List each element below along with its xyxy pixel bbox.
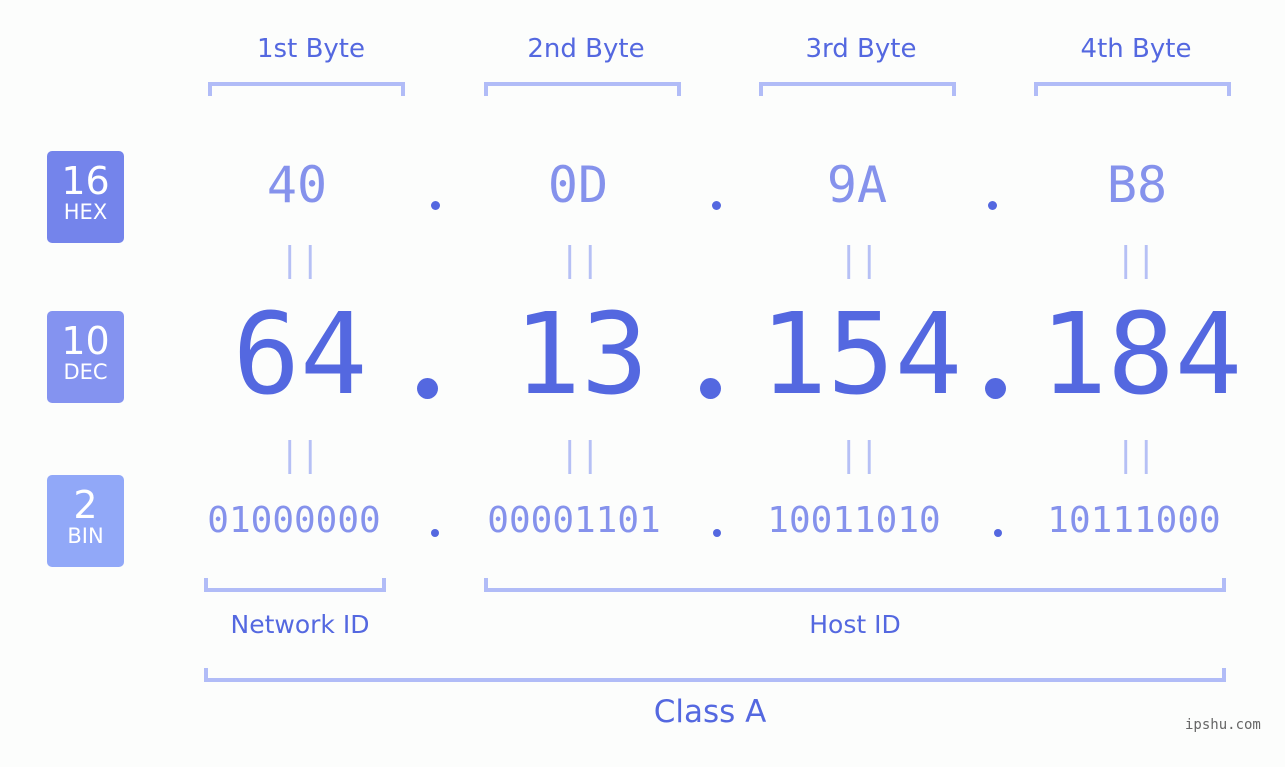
dec-badge-label: DEC [63,360,108,384]
equals-hex-dec-1: || [279,240,321,280]
class-bracket [204,668,1226,682]
byte-label-3: 3rd Byte [805,34,917,64]
dec-value-3: 154 [759,290,963,420]
dec-badge: 10 DEC [47,311,124,403]
byte-bracket-4 [1034,82,1231,96]
dec-value-4: 184 [1039,290,1243,420]
hex-dot-3 [988,201,997,210]
host-id-bracket [484,578,1226,592]
byte-label-4: 4th Byte [1080,34,1192,64]
hex-badge-label: HEX [63,200,108,224]
bin-dot-2 [713,529,721,537]
dec-value-2: 13 [513,290,649,420]
dec-value-1: 64 [232,290,368,420]
bin-value-4: 10111000 [1047,500,1221,541]
equals-hex-dec-2: || [559,240,601,280]
hex-badge-number: 16 [61,159,110,203]
network-id-label: Network ID [230,610,370,639]
bin-value-3: 10011010 [767,500,941,541]
hex-value-1: 40 [266,156,328,214]
bin-badge-number: 2 [73,483,98,527]
bin-value-1: 01000000 [207,500,381,541]
network-id-bracket [204,578,386,592]
dec-badge-number: 10 [61,319,110,363]
byte-label-2: 2nd Byte [527,34,645,64]
dec-dot-1 [417,378,438,399]
byte-bracket-2 [484,82,681,96]
hex-dot-2 [712,201,721,210]
class-label: Class A [653,694,767,730]
byte-label-1: 1st Byte [257,34,365,64]
equals-dec-bin-2: || [559,435,601,475]
bin-value-2: 00001101 [487,500,661,541]
equals-hex-dec-3: || [838,240,880,280]
equals-dec-bin-3: || [838,435,880,475]
host-id-label: Host ID [809,610,901,639]
dec-dot-3 [985,378,1006,399]
equals-dec-bin-4: || [1115,435,1157,475]
bin-badge: 2 BIN [47,475,124,567]
equals-dec-bin-1: || [279,435,321,475]
byte-bracket-3 [759,82,956,96]
bin-badge-label: BIN [67,524,104,548]
bin-dot-3 [994,529,1002,537]
hex-value-2: 0D [547,156,609,214]
hex-value-3: 9A [826,156,888,214]
hex-value-4: B8 [1106,156,1168,214]
byte-bracket-1 [208,82,405,96]
dec-dot-2 [700,378,721,399]
equals-hex-dec-4: || [1115,240,1157,280]
hex-badge: 16 HEX [47,151,124,243]
bin-dot-1 [431,529,439,537]
watermark: ipshu.com [1185,717,1261,733]
hex-dot-1 [431,201,440,210]
